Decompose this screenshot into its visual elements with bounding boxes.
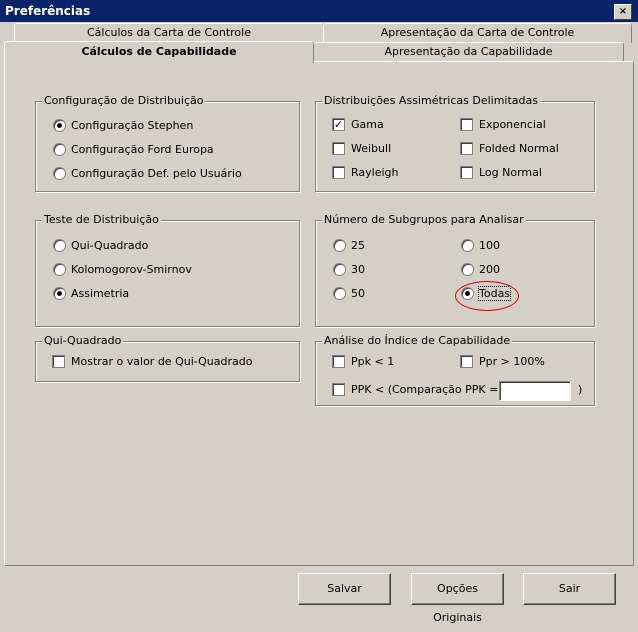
radio-asymmetry[interactable]: Assimetria: [53, 286, 129, 302]
radio-label: 30: [351, 263, 365, 276]
checkbox-gamma[interactable]: ✓ Gama: [332, 117, 384, 133]
radio-label: 25: [351, 239, 365, 252]
radio-icon: [333, 262, 346, 276]
radio-config-user-defined[interactable]: Configuração Def. pelo Usuário: [53, 166, 242, 182]
radio-label: Qui-Quadrado: [71, 239, 149, 252]
group-title: Distribuições Assimétricas Delimitadas: [322, 94, 540, 107]
group-title: Qui-Quadrado: [42, 334, 124, 347]
checkbox-label: Exponencial: [479, 118, 546, 131]
radio-icon: [53, 118, 66, 132]
radio-kolmogorov-smirnov[interactable]: Kolomogorov-Smirnov: [53, 262, 192, 278]
radio-icon: [333, 238, 346, 252]
checkbox-show-chi-square[interactable]: Mostrar o valor de Qui-Quadrado: [52, 354, 252, 370]
radio-subgroups-200[interactable]: 200: [461, 262, 500, 278]
checkbox-icon: [332, 141, 345, 155]
radio-label: Assimetria: [71, 287, 130, 300]
restore-defaults-button[interactable]: Opções Originais: [411, 573, 504, 624]
radio-icon: [333, 286, 346, 300]
radio-subgroups-50[interactable]: 50: [333, 286, 365, 302]
radio-icon: [53, 142, 66, 156]
checkbox-ppk-compare[interactable]: PPK < (Comparação PPK =: [332, 382, 498, 398]
radio-label: Configuração Ford Europa: [71, 143, 214, 156]
radio-icon: [53, 166, 66, 180]
checkbox-rayleigh[interactable]: Rayleigh: [332, 165, 399, 181]
checkbox-label: Rayleigh: [351, 166, 399, 179]
radio-icon: [461, 238, 474, 252]
radio-label: 50: [351, 287, 365, 300]
radio-label: Configuração Stephen: [71, 119, 194, 132]
radio-subgroups-25[interactable]: 25: [333, 238, 365, 254]
radio-icon: [53, 238, 66, 252]
radio-label: 100: [479, 239, 500, 252]
checkbox-icon: [460, 141, 473, 155]
checkbox-log-normal[interactable]: Log Normal: [460, 165, 542, 181]
checkbox-label: Ppk < 1: [351, 355, 395, 368]
radio-config-ford-europe[interactable]: Configuração Ford Europa: [53, 142, 214, 158]
checkbox-label: PPK < (Comparação PPK =: [351, 383, 499, 396]
checkbox-exponential[interactable]: Exponencial: [460, 117, 546, 133]
checkbox-icon: [460, 354, 473, 368]
radio-subgroups-30[interactable]: 30: [333, 262, 365, 278]
checkbox-icon: [332, 165, 345, 179]
group-title: Teste de Distribuição: [42, 213, 161, 226]
checkbox-icon: [52, 354, 65, 368]
checkbox-label: Mostrar o valor de Qui-Quadrado: [71, 355, 253, 368]
checkbox-ppk-less-1[interactable]: Ppk < 1: [332, 354, 394, 370]
checkbox-icon: [460, 165, 473, 179]
radio-icon: [53, 262, 66, 276]
checkbox-folded-normal[interactable]: Folded Normal: [460, 141, 559, 157]
highlight-circle: [455, 281, 519, 311]
exit-button[interactable]: Sair: [523, 573, 616, 605]
checkbox-icon: [332, 354, 345, 368]
check-mark-icon: ✓: [332, 117, 345, 131]
group-title: Análise do Índice de Capabilidade: [322, 334, 513, 347]
checkbox-label: Gama: [351, 118, 384, 131]
checkbox-label: Ppr > 100%: [479, 355, 545, 368]
radio-chi-square[interactable]: Qui-Quadrado: [53, 238, 148, 254]
ppk-compare-close-paren: ): [578, 383, 583, 396]
radio-config-stephen[interactable]: Configuração Stephen: [53, 118, 193, 134]
checkbox-label: Log Normal: [479, 166, 542, 179]
ppk-compare-input[interactable]: [499, 381, 571, 401]
checkbox-weibull[interactable]: Weibull: [332, 141, 391, 157]
checkbox-label: Weibull: [351, 142, 392, 155]
group-title: Número de Subgrupos para Analisar: [322, 213, 526, 226]
checkbox-ppr-over-100[interactable]: Ppr > 100%: [460, 354, 545, 370]
radio-label: 200: [479, 263, 500, 276]
checkbox-icon: [332, 382, 345, 396]
checkbox-label: Folded Normal: [479, 142, 559, 155]
radio-subgroups-100[interactable]: 100: [461, 238, 500, 254]
radio-icon: [461, 262, 474, 276]
group-title: Configuração de Distribuição: [42, 94, 206, 107]
checkbox-icon: [460, 117, 473, 131]
radio-icon: [53, 286, 66, 300]
radio-label: Configuração Def. pelo Usuário: [71, 167, 242, 180]
radio-label: Kolomogorov-Smirnov: [71, 263, 192, 276]
save-button[interactable]: Salvar: [298, 573, 391, 605]
